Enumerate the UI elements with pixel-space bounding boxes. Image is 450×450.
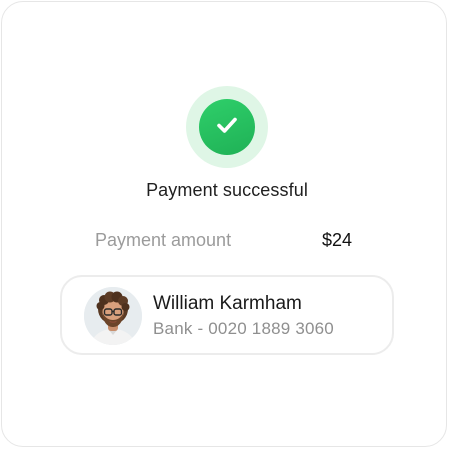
payment-amount-label: Payment amount [95, 230, 232, 250]
success-circle [199, 99, 255, 155]
success-badge [186, 86, 268, 168]
recipient-name: William Karmham [153, 293, 302, 314]
check-icon [216, 116, 238, 139]
payment-amount-value: $24 [321, 230, 352, 250]
recipient-card[interactable]: William Karmham Bank - 0020 1889 3060 [60, 275, 394, 355]
recipient-bank: Bank - 0020 1889 3060 [153, 319, 334, 338]
payment-card: Payment successful Payment amount $24 Wi… [1, 1, 447, 447]
status-title: Payment successful [146, 180, 308, 200]
avatar [84, 287, 142, 345]
